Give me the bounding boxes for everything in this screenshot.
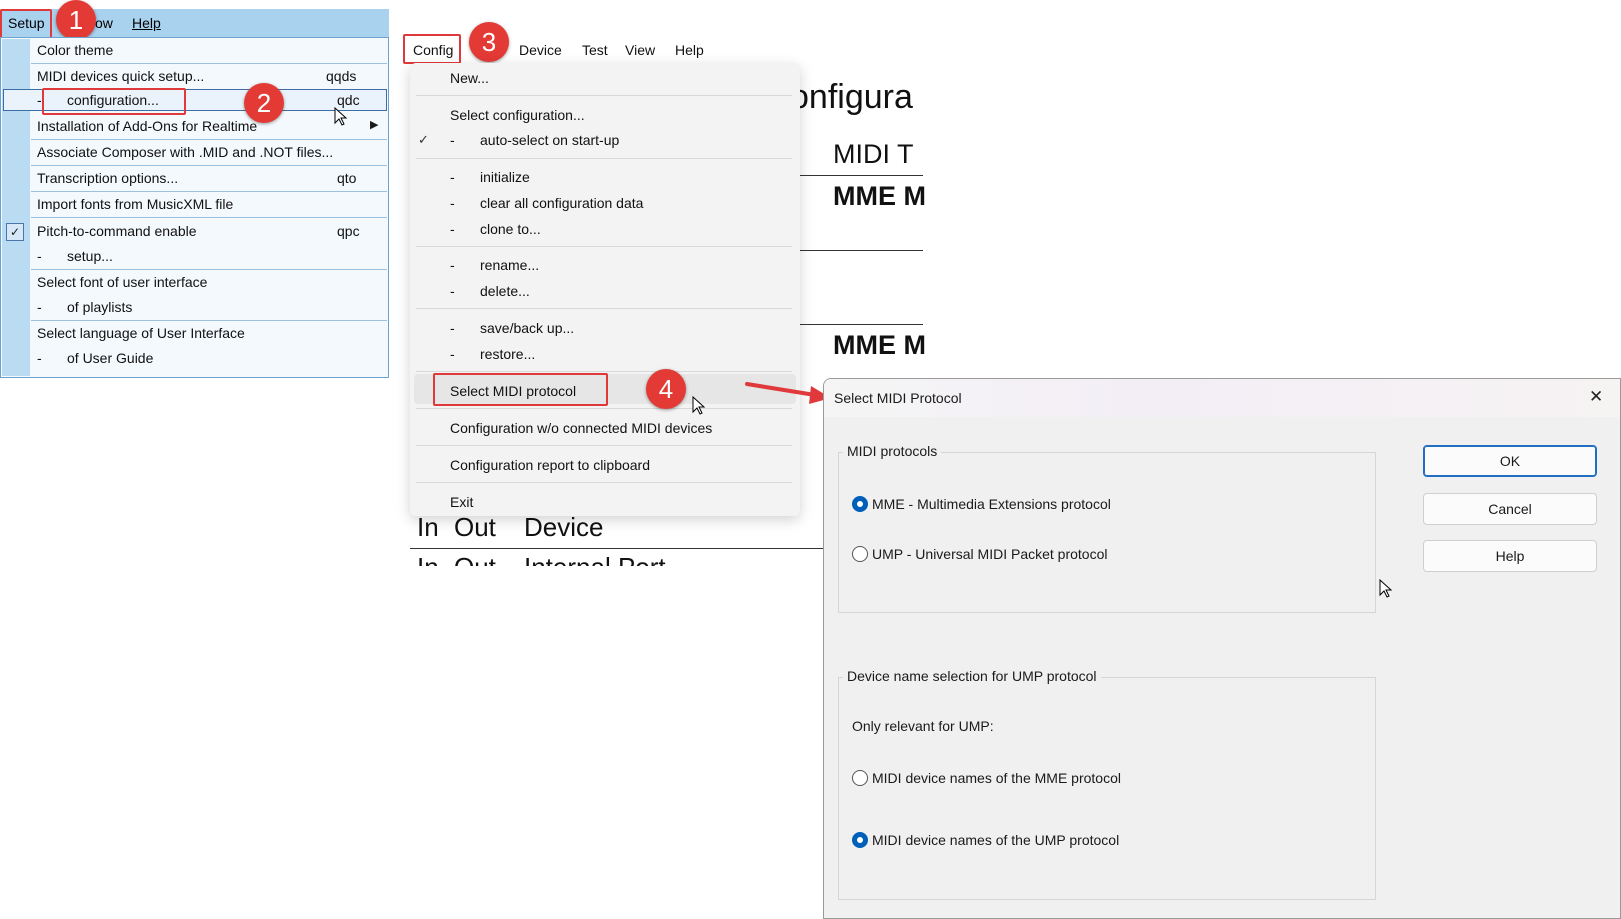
doc-rule [790, 250, 923, 251]
shortcut-qpc: qpc [337, 223, 360, 239]
only-relevant-label: Only relevant for UMP: [852, 718, 994, 734]
doc-heading: onfigura [790, 78, 913, 116]
group-midi-protocols [838, 452, 1376, 613]
doc-in-2: In [417, 552, 439, 566]
menu-test[interactable]: Test [582, 42, 608, 58]
radio-ump-protocol-label[interactable]: UMP - Universal MIDI Packet protocol [872, 546, 1107, 562]
menu-item-initialize[interactable]: initialize [480, 169, 530, 185]
radio-mme-protocol-label[interactable]: MME - Multimedia Extensions protocol [872, 496, 1111, 512]
radio-names-ump[interactable] [852, 832, 868, 848]
menu-dash: - [450, 283, 455, 299]
menu-item-import-fonts[interactable]: Import fonts from MusicXML file [37, 196, 233, 212]
menu-item-language-guide[interactable]: of User Guide [67, 350, 153, 366]
highlight-setup [0, 9, 52, 40]
doc-mme-m-2: MME M [833, 330, 926, 360]
menu-item-exit[interactable]: Exit [450, 494, 473, 510]
menu-item-clone-to[interactable]: clone to... [480, 221, 541, 237]
menu-item-pitch-setup[interactable]: setup... [67, 248, 113, 264]
menu-item-associate-composer[interactable]: Associate Composer with .MID and .NOT fi… [37, 144, 333, 160]
shortcut-qqds: qqds [326, 68, 357, 84]
radio-mme-protocol[interactable] [852, 496, 868, 512]
menu-item-clear-all[interactable]: clear all configuration data [480, 195, 643, 211]
group-device-names-label: Device name selection for UMP protocol [843, 668, 1101, 684]
dialog-title: Select MIDI Protocol [834, 390, 962, 406]
menu-dash: - [450, 132, 455, 148]
menu-dash: - [37, 248, 42, 264]
radio-names-mme-label[interactable]: MIDI device names of the MME protocol [872, 770, 1121, 786]
menu-item-save-back-up[interactable]: save/back up... [480, 320, 574, 336]
menu-dash: - [37, 350, 42, 366]
radio-names-ump-label[interactable]: MIDI device names of the UMP protocol [872, 832, 1119, 848]
checkmark-icon: ✓ [6, 223, 24, 241]
step-badge-1: 1 [56, 0, 96, 40]
menu-device[interactable]: Device [519, 42, 562, 58]
radio-ump-protocol[interactable] [852, 546, 868, 562]
doc-rule [410, 548, 823, 549]
menu-help-config[interactable]: Help [675, 42, 704, 58]
doc-device: Device [524, 512, 604, 542]
menu-dash: - [37, 92, 42, 108]
dialog-titlebar: Select MIDI Protocol ✕ [824, 379, 1620, 417]
menu-item-color-theme[interactable]: Color theme [37, 42, 113, 58]
menu-item-restore[interactable]: restore... [480, 346, 535, 362]
menu-dash: - [450, 221, 455, 237]
menu-item-install-addons[interactable]: Installation of Add-Ons for Realtime [37, 118, 257, 134]
menu-dash: - [450, 346, 455, 362]
menu-dash: - [450, 320, 455, 336]
menu-item-midi-quick-setup[interactable]: MIDI devices quick setup... [37, 68, 204, 84]
menu-dash: - [37, 299, 42, 315]
cancel-button[interactable]: Cancel [1423, 493, 1597, 525]
menu-item-rename[interactable]: rename... [480, 257, 539, 273]
menu-dash: - [450, 257, 455, 273]
highlight-configuration [42, 88, 186, 115]
menu-window-partial[interactable]: ow [95, 15, 113, 31]
config-menu: New... Select configuration... ✓ - auto-… [410, 63, 800, 516]
doc-in: In [417, 512, 439, 542]
menu-item-select-font[interactable]: Select font of user interface [37, 274, 207, 290]
doc-rule [790, 175, 923, 176]
arrow-icon [745, 382, 831, 404]
group-device-names [838, 677, 1376, 900]
close-icon[interactable]: ✕ [1589, 387, 1603, 407]
menu-view[interactable]: View [625, 42, 655, 58]
highlight-select-midi-protocol [433, 373, 608, 406]
radio-names-mme[interactable] [852, 770, 868, 786]
mouse-cursor-icon [692, 396, 706, 415]
doc-rule [790, 324, 923, 325]
submenu-arrow-icon: ▶ [370, 119, 379, 131]
doc-out: Out [454, 512, 496, 542]
doc-midi-t: MIDI T [833, 139, 914, 169]
menu-item-select-configuration[interactable]: Select configuration... [450, 107, 585, 123]
menu-dash: - [450, 195, 455, 211]
help-button[interactable]: Help [1423, 540, 1597, 572]
step-badge-4: 4 [646, 369, 686, 409]
step-badge-3: 3 [469, 22, 509, 62]
shortcut-qto: qto [337, 170, 357, 186]
menu-dash: - [450, 169, 455, 185]
menu-item-new[interactable]: New... [450, 70, 489, 86]
menu-item-transcription-options[interactable]: Transcription options... [37, 170, 178, 186]
menu-item-auto-select[interactable]: auto-select on start-up [480, 132, 619, 148]
ok-button[interactable]: OK [1423, 445, 1597, 477]
select-midi-protocol-dialog: Select MIDI Protocol ✕ MIDI protocols MM… [823, 378, 1621, 919]
menu-item-pitch-to-command[interactable]: Pitch-to-command enable [37, 223, 197, 239]
mouse-cursor-icon [334, 107, 348, 126]
menu-help[interactable]: Help [132, 15, 161, 31]
doc-mme-m-1: MME M [833, 181, 926, 211]
menu-item-select-language[interactable]: Select language of User Interface [37, 325, 245, 341]
checkmark-icon: ✓ [418, 132, 429, 147]
doc-internal-port: Internal Port [524, 552, 666, 566]
step-badge-2: 2 [244, 83, 284, 123]
menu-item-config-without-devices[interactable]: Configuration w/o connected MIDI devices [450, 420, 712, 436]
menu-item-delete[interactable]: delete... [480, 283, 530, 299]
shortcut-qdc: qdc [337, 92, 360, 108]
menu-item-config-report[interactable]: Configuration report to clipboard [450, 457, 650, 473]
mouse-cursor-icon [1379, 579, 1393, 598]
doc-out-2: Out [454, 552, 496, 566]
highlight-config [403, 34, 461, 64]
group-midi-protocols-label: MIDI protocols [843, 443, 942, 459]
menu-item-font-playlists[interactable]: of playlists [67, 299, 132, 315]
